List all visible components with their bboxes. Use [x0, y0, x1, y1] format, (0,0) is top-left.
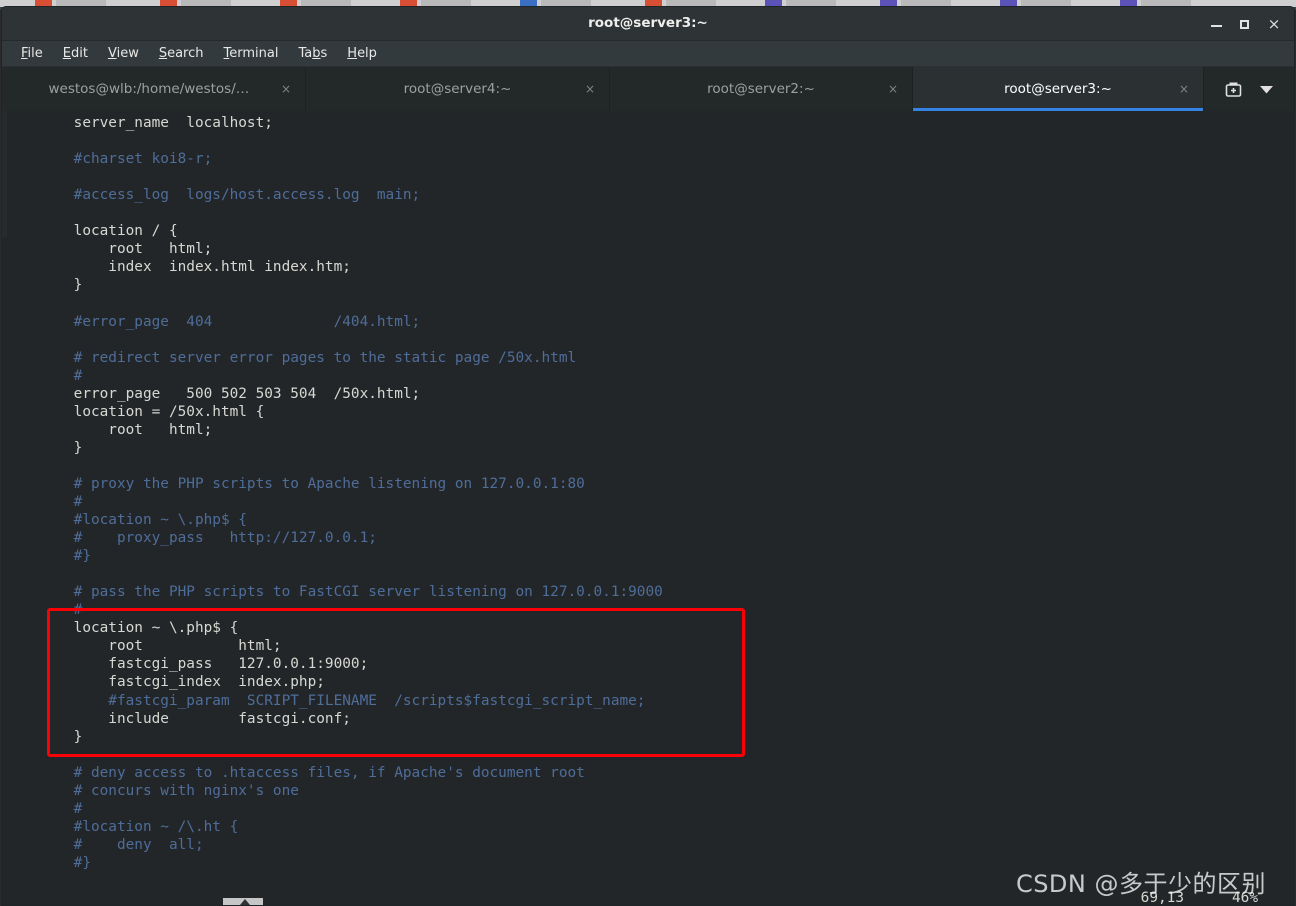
- tab-westos-downloads[interactable]: westos@wlb:/home/westos/Dow… ×: [2, 67, 306, 111]
- code-line: server_name localhost;: [39, 115, 273, 131]
- code-line: # deny all;: [39, 836, 204, 853]
- code-line: #location ~ \.php$ {: [39, 512, 247, 529]
- tabbar: westos@wlb:/home/westos/Dow… × root@serv…: [2, 67, 1294, 111]
- close-button[interactable]: ×: [1264, 14, 1284, 34]
- code-line: #: [39, 367, 83, 384]
- code-line: root html;: [39, 638, 282, 655]
- tab-label: westos@wlb:/home/westos/Dow…: [48, 81, 259, 97]
- code-line: }: [39, 277, 83, 294]
- tab-label: root@server3:~: [1004, 81, 1112, 97]
- code-line: fastcgi_pass 127.0.0.1:9000;: [39, 656, 369, 673]
- chevron-down-icon[interactable]: [1260, 85, 1273, 94]
- code-line: location = /50x.html {: [39, 403, 265, 420]
- minimize-icon: [1210, 25, 1222, 27]
- tab-root-server3[interactable]: root@server3:~ ×: [913, 67, 1204, 111]
- tab-label: root@server2:~: [707, 81, 815, 97]
- titlebar[interactable]: root@server3:~ ×: [2, 7, 1294, 41]
- menu-tabs[interactable]: Tabs: [289, 43, 336, 64]
- menu-file[interactable]: File: [12, 43, 52, 64]
- code-line: #}: [39, 854, 91, 871]
- code-line: # proxy the PHP scripts to Apache listen…: [39, 475, 585, 492]
- code-line: #access_log logs/host.access.log main;: [39, 187, 421, 204]
- vim-status-line: 69,13 46%: [2, 887, 1294, 906]
- code-line: error_page 500 502 503 504 /50x.html;: [39, 385, 421, 402]
- code-line: }: [39, 439, 83, 456]
- desktop-peek-arrow-icon: [240, 899, 250, 905]
- tab-root-server2[interactable]: root@server2:~ ×: [610, 67, 913, 111]
- code-line: #: [39, 800, 83, 817]
- code-line: #}: [39, 548, 91, 565]
- menu-search[interactable]: Search: [150, 43, 213, 64]
- menu-terminal[interactable]: Terminal: [215, 43, 288, 64]
- menu-edit[interactable]: Edit: [54, 43, 97, 64]
- code-line: root html;: [39, 241, 213, 258]
- code-line: #: [39, 493, 83, 510]
- code-line: # proxy_pass http://127.0.0.1;: [39, 530, 377, 547]
- tab-close-icon[interactable]: ×: [281, 82, 291, 96]
- tab-close-icon[interactable]: ×: [1179, 82, 1189, 96]
- code-line: index index.html index.htm;: [39, 259, 351, 276]
- menu-view[interactable]: View: [99, 43, 148, 64]
- code-line: #fastcgi_param SCRIPT_FILENAME /scripts$…: [39, 692, 646, 709]
- code-line: location / {: [39, 223, 178, 240]
- new-tab-icon[interactable]: [1225, 81, 1242, 98]
- code-line: # deny access to .htaccess files, if Apa…: [39, 764, 585, 781]
- code-line: fastcgi_index index.php;: [39, 674, 325, 691]
- menu-help[interactable]: Help: [338, 43, 386, 64]
- code-line: location ~ \.php$ {: [39, 620, 239, 637]
- code-line: #: [39, 602, 83, 619]
- tab-root-server4[interactable]: root@server4:~ ×: [306, 67, 610, 111]
- code-line: # concurs with nginx's one: [39, 782, 299, 799]
- tab-close-icon[interactable]: ×: [888, 82, 898, 96]
- tab-close-icon[interactable]: ×: [585, 82, 595, 96]
- code-line: #charset koi8-r;: [39, 151, 213, 168]
- scroll-percent: 46%: [1232, 890, 1258, 906]
- cursor-position: 69,13: [1140, 890, 1184, 906]
- code-line: # redirect server error pages to the sta…: [39, 349, 577, 366]
- code-line: }: [39, 728, 83, 745]
- minimize-button[interactable]: [1206, 14, 1226, 34]
- code-line: include fastcgi.conf;: [39, 710, 351, 727]
- code-line: #location ~ /\.ht {: [39, 818, 239, 835]
- menubar: File Edit View Search Terminal Tabs Help: [2, 41, 1294, 67]
- maximize-button[interactable]: [1234, 14, 1254, 34]
- maximize-icon: [1239, 19, 1249, 29]
- code-line: # pass the PHP scripts to FastCGI server…: [39, 584, 663, 601]
- terminal-content[interactable]: server_name localhost; #charset koi8-r; …: [2, 111, 1294, 906]
- code-line: #error_page 404 /404.html;: [39, 313, 421, 330]
- code-line: root html;: [39, 421, 213, 438]
- window-title: root@server3:~: [588, 15, 708, 31]
- tab-label: root@server4:~: [403, 81, 512, 97]
- vim-buffer[interactable]: server_name localhost; #charset koi8-r; …: [2, 111, 663, 905]
- tab-actions: [1204, 67, 1294, 111]
- terminal-window: root@server3:~ × File Edit View Search T…: [1, 6, 1295, 906]
